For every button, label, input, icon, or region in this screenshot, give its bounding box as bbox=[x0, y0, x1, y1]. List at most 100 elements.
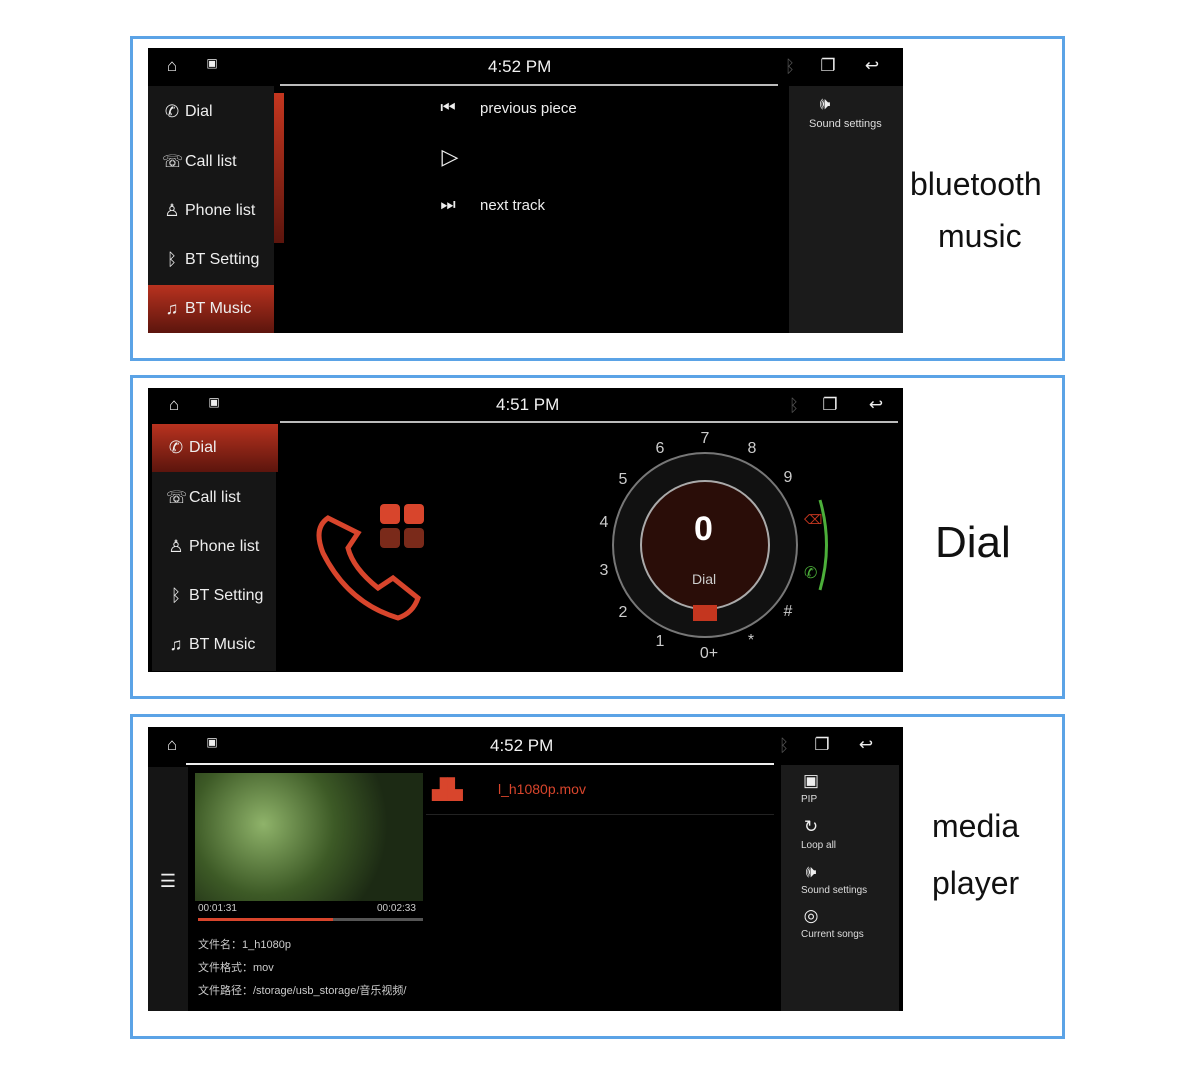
previous-piece-button[interactable]: ⏮ previous piece bbox=[438, 98, 576, 118]
clock: 4:52 PM bbox=[488, 57, 552, 76]
playlist-icon[interactable]: ☰ bbox=[158, 871, 178, 892]
key-hash[interactable]: # bbox=[784, 603, 793, 621]
current-songs-button[interactable]: ◎ Current songs bbox=[801, 906, 864, 940]
key-0[interactable]: 0+ bbox=[700, 645, 718, 663]
sidebar-item-call-list[interactable]: ☏ Call list bbox=[148, 138, 274, 186]
key-1[interactable]: 1 bbox=[656, 633, 665, 651]
sidebar-item-phone-list[interactable]: ♙ Phone list bbox=[152, 523, 278, 571]
previous-icon: ⏮ bbox=[440, 98, 456, 117]
sidebar-item-dial[interactable]: ✆ Dial bbox=[152, 424, 278, 472]
sidebar-item-bt-music[interactable]: ♫ BT Music bbox=[152, 621, 278, 669]
label-music: music bbox=[938, 218, 1022, 254]
next-track-button[interactable]: ⏭ next track bbox=[438, 195, 545, 215]
loop-icon: ↻ bbox=[803, 817, 819, 836]
audio-wave-icon: ▟▙ bbox=[432, 779, 463, 801]
bluetooth-icon: ᛒ bbox=[170, 586, 182, 605]
file-name: 文件名：1_h1080p bbox=[198, 939, 291, 951]
key-3[interactable]: 3 bbox=[600, 562, 609, 580]
right-panel: 🕪 Sound settings bbox=[789, 86, 903, 333]
elapsed-time: 00:01:31 bbox=[198, 903, 237, 914]
screen-bt-music: ⌂ ▣ 4:52 PM ᛒ ❐ ↩ ✆ Dial ☏ Call list ♙ Phon… bbox=[148, 48, 903, 333]
key-8[interactable]: 8 bbox=[748, 440, 757, 458]
person-icon: ♙ bbox=[168, 537, 184, 556]
dial-label: Dial bbox=[692, 571, 717, 587]
gallery-icon[interactable]: ▣ bbox=[202, 735, 222, 749]
key-6[interactable]: 6 bbox=[656, 440, 665, 458]
left-strip: ☰ bbox=[148, 767, 188, 1011]
status-bar: ⌂ ▣ 4:51 PM ᛒ ❐ ↩ bbox=[148, 388, 903, 426]
sidebar-item-bt-setting[interactable]: ᛒ BT Setting bbox=[148, 236, 274, 284]
track-title: l_h1080p.mov bbox=[498, 781, 586, 797]
loop-all-button[interactable]: ↻ Loop all bbox=[801, 817, 836, 851]
person-icon: ♙ bbox=[164, 201, 180, 220]
divider bbox=[280, 421, 898, 423]
sidebar-item-call-list[interactable]: ☏ Call list bbox=[152, 474, 278, 522]
clock: 4:51 PM bbox=[496, 395, 560, 414]
home-icon[interactable]: ⌂ bbox=[164, 395, 184, 415]
dial-number-display: 0 bbox=[694, 510, 713, 548]
screen-media-player: ⌂ ▣ 4:52 PM ᛒ ❐ ↩ ☰ 00:01:31 00:02:33 文件… bbox=[148, 727, 903, 1011]
file-format: 文件格式：mov bbox=[198, 962, 274, 974]
phone-graphic bbox=[316, 504, 424, 621]
status-bar: ⌂ ▣ 4:52 PM ᛒ ❐ ↩ bbox=[148, 727, 903, 765]
bluetooth-icon: ᛒ bbox=[784, 57, 796, 76]
sidebar: ✆ Dial ☏ Call list ♙ Phone list ᛒ BT Setting… bbox=[152, 424, 278, 671]
call-icon[interactable]: ✆ bbox=[804, 563, 817, 583]
file-path: 文件路径：/storage/usb_storage/音乐视频/ bbox=[198, 985, 407, 997]
key-star[interactable]: * bbox=[748, 632, 754, 650]
recent-apps-icon[interactable]: ❐ bbox=[820, 395, 840, 415]
back-icon[interactable]: ↩ bbox=[866, 395, 886, 415]
key-5[interactable]: 5 bbox=[619, 471, 628, 489]
sound-settings-button[interactable]: 🕪 Sound settings bbox=[809, 94, 882, 130]
pip-icon: ▣ bbox=[802, 771, 820, 790]
recent-apps-icon[interactable]: ❐ bbox=[812, 735, 832, 755]
label-media: media bbox=[932, 808, 1020, 844]
sidebar: ✆ Dial ☏ Call list ♙ Phone list ᛒ BT Setting… bbox=[148, 86, 274, 333]
dial-icon: ✆ bbox=[168, 438, 184, 457]
home-icon[interactable]: ⌂ bbox=[162, 735, 182, 755]
video-thumbnail[interactable] bbox=[195, 773, 423, 901]
progress-bar[interactable] bbox=[198, 918, 423, 921]
recent-apps-icon[interactable]: ❐ bbox=[818, 56, 838, 76]
rotary-dial[interactable] bbox=[605, 445, 835, 665]
sidebar-item-dial[interactable]: ✆ Dial bbox=[148, 88, 274, 136]
back-icon[interactable]: ↩ bbox=[862, 56, 882, 76]
sidebar-item-phone-list[interactable]: ♙ Phone list bbox=[148, 187, 274, 235]
key-2[interactable]: 2 bbox=[619, 604, 628, 622]
label-dial: Dial bbox=[935, 518, 1011, 567]
label-bluetooth: bluetooth bbox=[910, 166, 1042, 202]
screen-dial: ⌂ ▣ 4:51 PM ᛒ ❐ ↩ ✆ Dial ☏ Call list ♙ Phon… bbox=[148, 388, 903, 672]
sound-settings-button[interactable]: 🕪 Sound settings bbox=[801, 862, 867, 896]
label-player: player bbox=[932, 865, 1020, 901]
right-panel: ▣ PIP ↻ Loop all 🕪 Sound settings ◎ Current … bbox=[781, 765, 899, 1011]
equalizer-graphic bbox=[274, 93, 284, 243]
call-list-icon: ☏ bbox=[162, 152, 184, 171]
gallery-icon[interactable]: ▣ bbox=[202, 56, 222, 70]
back-icon[interactable]: ↩ bbox=[856, 735, 876, 755]
home-icon[interactable]: ⌂ bbox=[162, 56, 182, 76]
divider bbox=[186, 763, 774, 765]
divider bbox=[280, 84, 778, 86]
status-bar: ⌂ ▣ 4:52 PM ᛒ ❐ ↩ bbox=[148, 48, 903, 86]
track-row[interactable]: ▟▙ l_h1080p.mov bbox=[426, 767, 774, 815]
speaker-gear-icon: 🕪 bbox=[805, 862, 817, 881]
pip-button[interactable]: ▣ PIP bbox=[801, 771, 821, 805]
sidebar-item-bt-setting[interactable]: ᛒ BT Setting bbox=[152, 572, 278, 620]
progress-fill bbox=[198, 918, 333, 921]
sidebar-item-bt-music[interactable]: ♫ BT Music bbox=[148, 285, 274, 333]
delete-icon[interactable]: ⌫ bbox=[804, 512, 822, 528]
key-7[interactable]: 7 bbox=[701, 430, 710, 448]
next-icon: ⏭ bbox=[440, 195, 456, 214]
key-4[interactable]: 4 bbox=[600, 514, 609, 532]
bluetooth-icon: ᛒ bbox=[788, 396, 800, 415]
dial-icon: ✆ bbox=[164, 102, 180, 121]
disc-icon: ◎ bbox=[803, 906, 819, 925]
music-note-icon: ♫ bbox=[169, 635, 183, 654]
speaker-gear-icon: 🕪 bbox=[819, 94, 831, 113]
play-button[interactable]: ▷ bbox=[440, 144, 460, 170]
gallery-icon[interactable]: ▣ bbox=[204, 395, 224, 409]
bluetooth-icon: ᛒ bbox=[778, 736, 790, 755]
bluetooth-icon: ᛒ bbox=[166, 250, 178, 269]
clock: 4:52 PM bbox=[490, 736, 554, 755]
key-9[interactable]: 9 bbox=[784, 469, 793, 487]
